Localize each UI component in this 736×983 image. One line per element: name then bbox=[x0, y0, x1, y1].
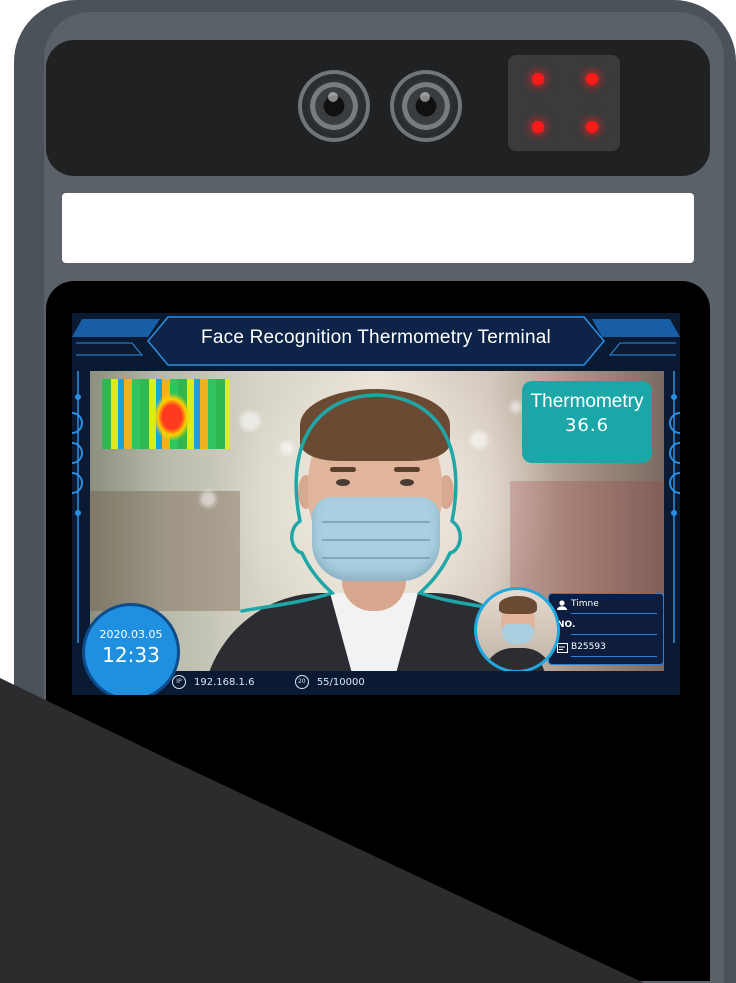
status-footer: IP 192.168.1.6 20 55/10000 bbox=[172, 675, 365, 693]
camera-panel bbox=[46, 40, 710, 176]
database-icon: 20 bbox=[294, 675, 309, 689]
screen-title: Face Recognition Thermometry Terminal bbox=[201, 327, 551, 348]
ir-led-icon bbox=[532, 73, 544, 85]
temperature-value: 36.6 bbox=[564, 415, 610, 436]
ir-led-icon bbox=[532, 121, 544, 133]
matched-face-avatar bbox=[474, 587, 560, 671]
person-icon bbox=[557, 600, 567, 610]
light-strip bbox=[62, 193, 694, 263]
id-card: Timne NO. B25593 bbox=[548, 593, 664, 665]
camera-feed: Thermometry 36.6 Timne NO. B25593 bbox=[90, 371, 664, 671]
ir-led-panel bbox=[508, 55, 620, 151]
display-screen: Face Recognition Thermometry Terminal Th… bbox=[72, 313, 680, 695]
clock-widget: 2020.03.05 12:33 bbox=[82, 603, 180, 695]
thermometry-card: Thermometry 36.6 bbox=[522, 381, 652, 463]
clock-date: 2020.03.05 bbox=[99, 628, 163, 641]
id-card-icon bbox=[557, 643, 568, 653]
record-count: 55/10000 bbox=[316, 677, 365, 688]
ip-icon: IP bbox=[172, 675, 186, 689]
camera-lens-icon bbox=[390, 70, 462, 142]
ir-led-icon bbox=[586, 121, 598, 133]
thermal-image bbox=[102, 379, 230, 449]
thermometry-label: Thermometry bbox=[530, 391, 644, 412]
id-code: B25593 bbox=[571, 642, 606, 652]
camera-lens-icon bbox=[298, 70, 370, 142]
ip-address: 192.168.1.6 bbox=[194, 677, 255, 688]
ir-led-icon bbox=[586, 73, 598, 85]
id-name: Timne bbox=[571, 599, 599, 609]
clock-time: 12:33 bbox=[102, 643, 160, 667]
